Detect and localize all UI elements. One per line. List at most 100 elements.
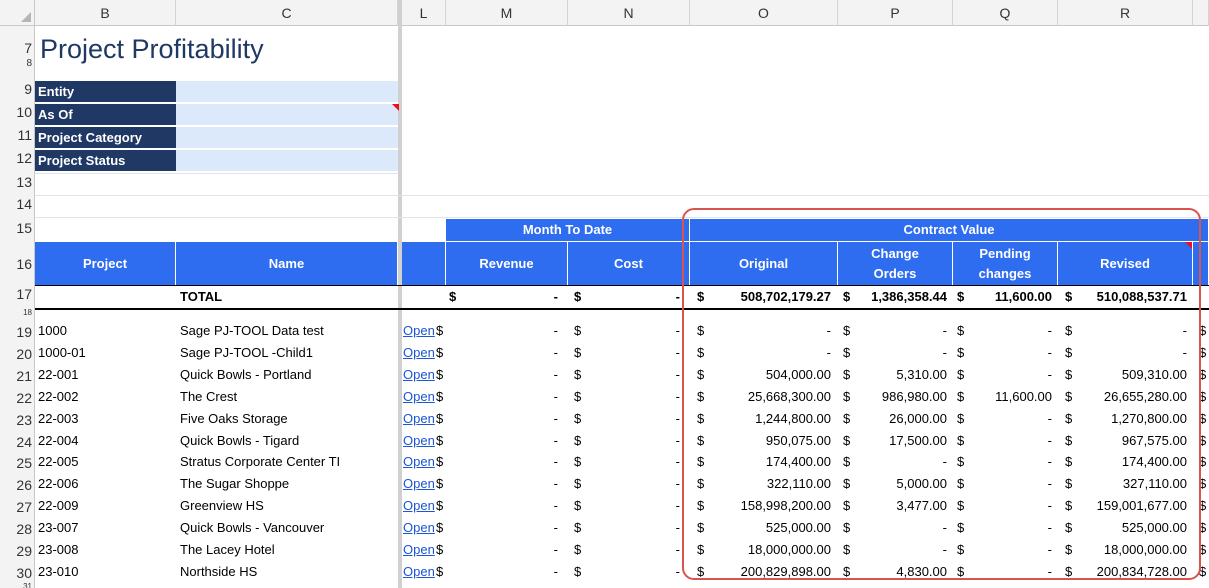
column-header-o[interactable]: O bbox=[690, 0, 838, 26]
row-number[interactable]: 24 bbox=[0, 431, 35, 453]
row-number[interactable]: 18 bbox=[0, 308, 35, 316]
column-header-l[interactable]: L bbox=[402, 0, 446, 26]
open-link[interactable]: Open bbox=[403, 451, 435, 473]
row-number[interactable]: 21 bbox=[0, 365, 35, 387]
project-name: Quick Bowls - Portland bbox=[180, 367, 312, 382]
open-link[interactable]: Open bbox=[403, 473, 435, 495]
open-link[interactable]: Open bbox=[403, 364, 435, 386]
open-link[interactable]: Open bbox=[403, 386, 435, 408]
select-all-corner[interactable] bbox=[0, 0, 35, 26]
col-header-cost: Cost bbox=[568, 242, 690, 285]
revenue-value: - bbox=[553, 367, 558, 382]
filter-label-entity: Entity bbox=[35, 81, 176, 103]
cost-value: - bbox=[675, 476, 680, 491]
row-number[interactable]: 31 bbox=[0, 582, 35, 588]
column-header-s[interactable] bbox=[1193, 0, 1209, 26]
project-name: Quick Bowls - Tigard bbox=[180, 433, 300, 448]
project-category-input[interactable] bbox=[176, 127, 398, 149]
revenue-currency: $ bbox=[436, 345, 444, 360]
open-link[interactable]: Open bbox=[403, 342, 435, 364]
project-name: The Crest bbox=[180, 389, 238, 404]
project-name: Sage PJ-TOOL Data test bbox=[180, 323, 324, 338]
project-id: 22-005 bbox=[38, 454, 79, 469]
column-header-r[interactable]: R bbox=[1058, 0, 1193, 26]
row-number[interactable]: 10 bbox=[0, 104, 35, 120]
col-header-open bbox=[402, 242, 446, 285]
project-name: The Sugar Shoppe bbox=[180, 476, 290, 491]
page-title: Project Profitability bbox=[40, 34, 264, 64]
revenue-value: - bbox=[553, 564, 558, 579]
cost-value: - bbox=[675, 389, 680, 404]
open-link[interactable]: Open bbox=[403, 430, 435, 452]
revenue-currency: $ bbox=[436, 433, 444, 448]
total-cost: - bbox=[675, 289, 680, 304]
revenue-value: - bbox=[553, 323, 558, 338]
row-number[interactable]: 8 bbox=[0, 58, 35, 68]
column-header-b[interactable]: B bbox=[35, 0, 176, 26]
project-name: Greenview HS bbox=[180, 498, 264, 513]
col-header-revenue: Revenue bbox=[446, 242, 568, 285]
revenue-currency: $ bbox=[436, 498, 444, 513]
row-number[interactable]: 30 bbox=[0, 562, 35, 584]
project-id: 23-008 bbox=[38, 542, 79, 557]
row-number[interactable]: 19 bbox=[0, 321, 35, 343]
project-name: Sage PJ-TOOL -Child1 bbox=[180, 345, 313, 360]
revenue-value: - bbox=[553, 345, 558, 360]
column-header-p[interactable]: P bbox=[838, 0, 953, 26]
cost-value: - bbox=[675, 433, 680, 448]
project-status-input[interactable] bbox=[176, 150, 398, 172]
revenue-value: - bbox=[553, 389, 558, 404]
select-all-triangle-icon bbox=[21, 12, 31, 22]
cost-value: - bbox=[675, 454, 680, 469]
col-header-project: Project bbox=[35, 242, 176, 285]
row-number[interactable]: 29 bbox=[0, 540, 35, 562]
total-revenue: - bbox=[553, 289, 558, 304]
entity-input[interactable] bbox=[176, 81, 398, 103]
row-number[interactable]: 13 bbox=[0, 174, 35, 190]
open-link[interactable]: Open bbox=[403, 517, 435, 539]
row-number[interactable]: 25 bbox=[0, 452, 35, 474]
project-name: Stratus Corporate Center TI bbox=[180, 454, 341, 469]
project-id: 22-001 bbox=[38, 367, 79, 382]
project-id: 23-010 bbox=[38, 564, 79, 579]
cost-value: - bbox=[675, 564, 680, 579]
row-number[interactable]: 16 bbox=[0, 252, 35, 272]
row-number[interactable]: 17 bbox=[0, 286, 35, 302]
revenue-currency: $ bbox=[436, 564, 444, 579]
project-name: Quick Bowls - Vancouver bbox=[180, 520, 325, 535]
row-number[interactable]: 15 bbox=[0, 220, 35, 236]
col-header-name: Name bbox=[176, 242, 398, 285]
row-number[interactable]: 9 bbox=[0, 81, 35, 97]
row-number[interactable]: 14 bbox=[0, 196, 35, 212]
row-number[interactable]: 7 bbox=[0, 40, 35, 56]
group-header-month-to-date: Month To Date bbox=[446, 219, 690, 241]
row-number[interactable]: 27 bbox=[0, 496, 35, 518]
open-link[interactable]: Open bbox=[403, 408, 435, 430]
column-header-q[interactable]: Q bbox=[953, 0, 1058, 26]
cost-value: - bbox=[675, 498, 680, 513]
filter-label-project-status: Project Status bbox=[35, 150, 176, 172]
open-link[interactable]: Open bbox=[403, 539, 435, 561]
open-link[interactable]: Open bbox=[403, 495, 435, 517]
row-number[interactable]: 26 bbox=[0, 474, 35, 496]
open-link[interactable]: Open bbox=[403, 320, 435, 342]
open-link[interactable]: Open bbox=[403, 561, 435, 583]
row-number[interactable]: 12 bbox=[0, 150, 35, 166]
cost-value: - bbox=[675, 323, 680, 338]
column-header-m[interactable]: M bbox=[446, 0, 568, 26]
row-number[interactable]: 22 bbox=[0, 387, 35, 409]
row-number[interactable]: 20 bbox=[0, 343, 35, 365]
filter-label-as-of: As Of bbox=[35, 104, 176, 126]
revenue-value: - bbox=[553, 411, 558, 426]
project-name: Northside HS bbox=[180, 564, 258, 579]
row-number[interactable]: 23 bbox=[0, 409, 35, 431]
row-number[interactable]: 11 bbox=[0, 127, 35, 143]
comment-indicator-icon[interactable] bbox=[392, 104, 399, 111]
as-of-input[interactable] bbox=[176, 104, 398, 126]
project-id: 22-003 bbox=[38, 411, 79, 426]
column-header-n[interactable]: N bbox=[568, 0, 690, 26]
row-number[interactable]: 28 bbox=[0, 518, 35, 540]
cost-value: - bbox=[675, 520, 680, 535]
revenue-currency: $ bbox=[436, 454, 444, 469]
column-header-c[interactable]: C bbox=[176, 0, 398, 26]
